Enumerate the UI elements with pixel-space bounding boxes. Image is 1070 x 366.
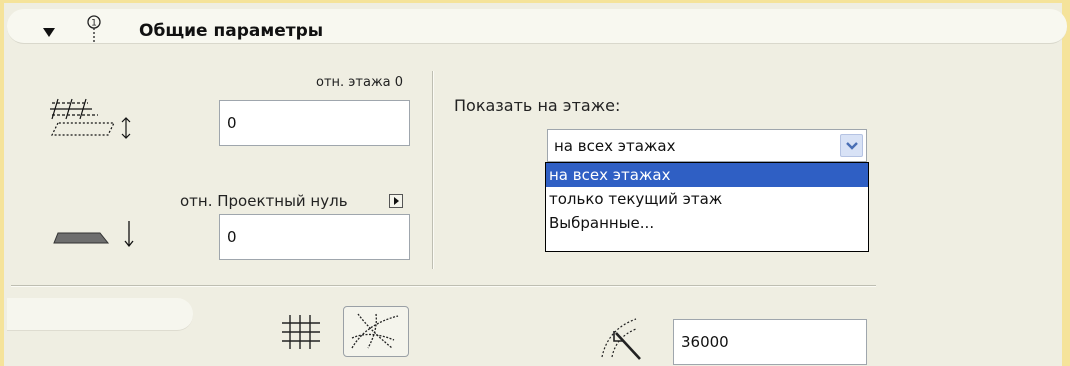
grid-icon[interactable] <box>280 313 326 351</box>
pin-icon: 1 <box>87 15 101 42</box>
dropdown-list: на всех этажах только текущий этаж Выбра… <box>545 162 869 252</box>
dropdown-option-all-stories[interactable]: на всех этажах <box>546 163 868 187</box>
project-zero-label: отн. Проектный нуль <box>180 192 348 210</box>
arc-radius-icon <box>601 318 641 360</box>
subsection-header-pill[interactable] <box>7 298 193 331</box>
horizontal-divider <box>11 285 876 287</box>
settings-panel: 1 Общие параметры отн. этажа 0 0 отн. Пр… <box>0 0 1070 366</box>
curve-grid-toggle[interactable] <box>343 306 409 357</box>
story-offset-label: отн. этажа 0 <box>316 75 404 90</box>
curve-grid-icon <box>351 313 399 349</box>
chevron-down-icon <box>846 142 858 150</box>
svg-text:1: 1 <box>91 19 97 29</box>
show-on-story-select[interactable]: на всех этажах <box>547 129 867 162</box>
radius-input[interactable]: 36000 <box>673 319 867 365</box>
vertical-divider <box>432 71 434 269</box>
project-zero-menu-button[interactable] <box>389 194 403 208</box>
collapse-arrow-icon[interactable] <box>43 28 55 37</box>
story-offset-input[interactable]: 0 <box>219 100 410 146</box>
project-zero-icon <box>53 221 134 248</box>
dropdown-option-current-story[interactable]: только текущий этаж <box>546 187 868 211</box>
show-on-story-label: Показать на этаже: <box>454 96 621 115</box>
section-title: Общие параметры <box>139 21 324 41</box>
story-elevation-icon <box>50 98 131 139</box>
dropdown-button[interactable] <box>840 134 863 157</box>
select-value: на всех этажах <box>554 137 676 155</box>
project-zero-input[interactable]: 0 <box>219 214 410 260</box>
section-header[interactable]: 1 Общие параметры <box>7 9 1067 44</box>
chevron-right-icon <box>394 197 399 205</box>
dropdown-option-selected[interactable]: Выбранные... <box>546 211 868 235</box>
